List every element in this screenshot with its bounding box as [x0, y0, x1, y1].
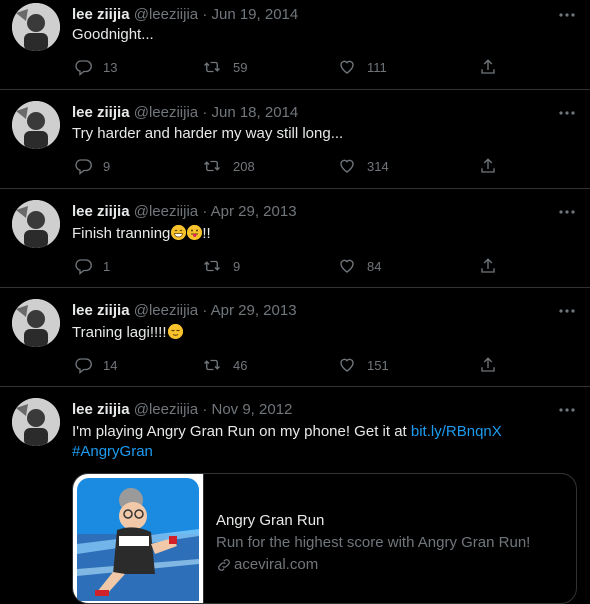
share-button[interactable]: [479, 156, 497, 176]
share-icon: [481, 59, 495, 74]
display-name[interactable]: lee ziijia: [72, 401, 130, 418]
avatar[interactable]: [12, 398, 60, 446]
tweet-text: I'm playing Angry Gran Run on my phone! …: [72, 422, 574, 462]
separator: ·: [202, 302, 208, 319]
relieved-emoji-icon: [167, 324, 183, 339]
tongue-emoji-icon: [187, 225, 203, 240]
retweet-button[interactable]: 9: [202, 256, 240, 276]
avatar[interactable]: [12, 299, 60, 347]
tweet-text: Finish tranning!!: [72, 224, 574, 244]
more-icon[interactable]: [556, 103, 578, 123]
timestamp[interactable]: Jun 18, 2014: [211, 104, 298, 121]
display-name[interactable]: lee ziijia: [72, 302, 130, 319]
hashtag-link[interactable]: #AngryGran: [72, 443, 153, 460]
more-icon[interactable]: [556, 5, 578, 25]
reply-icon: [75, 358, 92, 374]
reply-icon: [75, 259, 92, 275]
heart-icon: [340, 159, 354, 173]
like-count: 84: [367, 258, 382, 274]
display-name[interactable]: lee ziijia: [72, 6, 130, 23]
reply-button[interactable]: 13: [74, 57, 117, 77]
timestamp[interactable]: Apr 29, 2013: [211, 302, 297, 319]
tweet-text: Try harder and harder my way still long.…: [72, 125, 344, 142]
retweet-icon: [204, 359, 220, 371]
tweet-text-main: I'm playing Angry Gran Run on my phone! …: [72, 423, 411, 440]
tweet-text-main: Traning lagi!!!!: [72, 324, 167, 341]
share-icon: [481, 357, 495, 372]
retweet-icon: [204, 160, 220, 172]
link-card[interactable]: Angry Gran Run Run for the highest score…: [72, 473, 577, 604]
share-icon: [481, 158, 495, 173]
handle[interactable]: @leeziijia: [134, 302, 198, 319]
heart-icon: [340, 60, 354, 74]
reply-icon: [75, 159, 92, 175]
grin-emoji-icon: [171, 225, 187, 240]
retweet-button[interactable]: 208: [202, 156, 255, 176]
heart-icon: [340, 259, 354, 273]
avatar[interactable]: [12, 200, 60, 248]
reply-count: 1: [103, 258, 111, 274]
more-icon[interactable]: [556, 400, 578, 420]
retweet-count: 59: [233, 59, 248, 75]
card-title: Angry Gran Run: [216, 512, 325, 529]
timestamp[interactable]: Jun 19, 2014: [211, 6, 298, 23]
reply-icon: [75, 60, 92, 76]
avatar[interactable]: [12, 101, 60, 149]
card-domain: aceviral.com: [216, 554, 566, 576]
reply-button[interactable]: 14: [74, 355, 117, 375]
like-button[interactable]: 111: [338, 57, 387, 77]
retweet-count: 208: [233, 158, 255, 174]
handle[interactable]: @leeziijia: [134, 6, 198, 23]
separator: ·: [202, 104, 208, 121]
more-icon[interactable]: [556, 202, 578, 222]
share-icon: [481, 258, 495, 273]
share-button[interactable]: [479, 355, 497, 375]
more-icon[interactable]: [556, 301, 578, 321]
retweet-count: 46: [233, 357, 248, 373]
separator: ·: [202, 401, 208, 418]
tweet[interactable]: lee ziijia @leeziijia · Apr 29, 2013 Fin…: [0, 189, 590, 288]
card-thumbnail: [73, 474, 204, 603]
reply-count: 14: [103, 357, 118, 373]
like-count: 111: [367, 59, 387, 75]
tweet[interactable]: lee ziijia @leeziijia · Jun 19, 2014 Goo…: [0, 0, 590, 90]
tweet-text-suffix: !!: [202, 225, 211, 242]
tweet-text-main: Finish tranning: [72, 225, 171, 242]
share-button[interactable]: [479, 57, 497, 77]
avatar[interactable]: [12, 3, 60, 51]
share-button[interactable]: [479, 256, 497, 276]
card-description: Run for the highest score with Angry Gra…: [216, 534, 531, 551]
tweet-text: Traning lagi!!!!: [72, 323, 574, 343]
retweet-button[interactable]: 59: [202, 57, 247, 77]
reply-button[interactable]: 9: [74, 156, 110, 176]
link-icon: [218, 559, 230, 571]
handle[interactable]: @leeziijia: [134, 401, 198, 418]
handle[interactable]: @leeziijia: [134, 104, 198, 121]
display-name[interactable]: lee ziijia: [72, 104, 130, 121]
heart-icon: [340, 358, 354, 372]
like-button[interactable]: 314: [338, 156, 389, 176]
like-count: 151: [367, 357, 389, 373]
retweet-count: 9: [233, 258, 241, 274]
timestamp[interactable]: Nov 9, 2012: [211, 401, 292, 418]
reply-count: 13: [103, 59, 118, 75]
tweet[interactable]: lee ziijia @leeziijia · Apr 29, 2013 Tra…: [0, 288, 590, 387]
retweet-button[interactable]: 46: [202, 355, 247, 375]
like-button[interactable]: 151: [338, 355, 389, 375]
tweet[interactable]: lee ziijia @leeziijia · Jun 18, 2014 Try…: [0, 90, 590, 189]
separator: ·: [202, 203, 208, 220]
tweet-text: Goodnight...: [72, 26, 154, 43]
display-name[interactable]: lee ziijia: [72, 203, 130, 220]
handle[interactable]: @leeziijia: [134, 203, 198, 220]
retweet-icon: [204, 61, 220, 73]
like-button[interactable]: 84: [338, 256, 381, 276]
like-count: 314: [367, 158, 389, 174]
reply-count: 9: [103, 158, 111, 174]
separator: ·: [202, 6, 208, 23]
tweet-link[interactable]: bit.ly/RBnqnX: [411, 423, 502, 440]
card-domain-text: aceviral.com: [234, 556, 319, 573]
retweet-icon: [204, 260, 220, 272]
timestamp[interactable]: Apr 29, 2013: [211, 203, 297, 220]
reply-button[interactable]: 1: [74, 256, 110, 276]
